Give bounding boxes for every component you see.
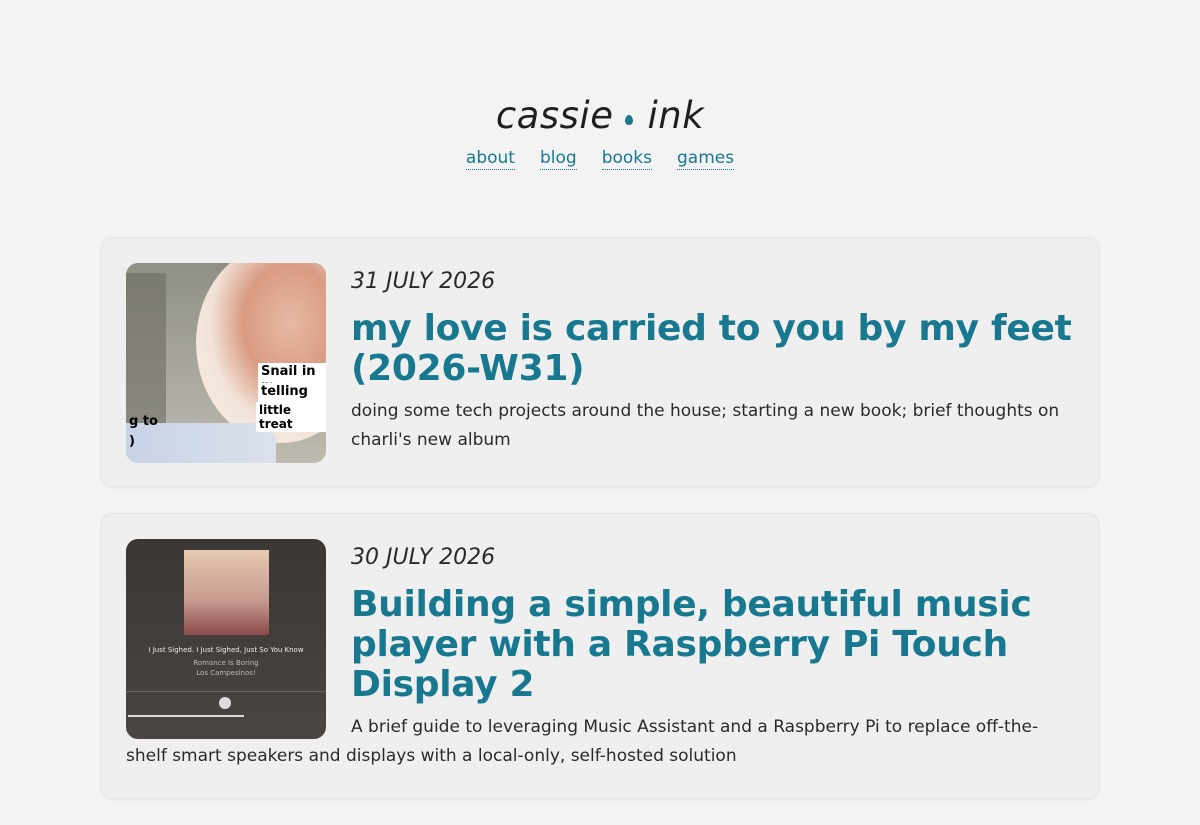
thumb-caption: little treat — [256, 402, 326, 432]
nav-link-books[interactable]: books — [601, 148, 652, 170]
main-nav: about blog books games — [0, 148, 1200, 170]
thumb-divider — [126, 691, 326, 692]
post-list: Snail in m telling me little treat g to … — [101, 237, 1099, 825]
thumb-caption: ) — [129, 434, 135, 449]
site-header: cassie ink about blog books games — [0, 0, 1200, 170]
thumb-play-icon — [219, 697, 231, 709]
thumb-artist: Los Campesinos! — [196, 669, 256, 677]
thumb-album-title: Romance Is Boring — [193, 659, 259, 667]
nav-link-blog[interactable]: blog — [539, 148, 577, 170]
post-thumbnail[interactable]: I Just Sighed. I Just Sighed, Just So Yo… — [126, 539, 326, 739]
thumb-caption: g to — [129, 414, 158, 429]
logo-dot-icon — [625, 115, 634, 125]
thumb-album-art — [184, 550, 269, 635]
logo-text-right: ink — [647, 94, 705, 137]
thumb-frame — [126, 273, 166, 423]
post-card[interactable]: Snail in m telling me little treat g to … — [101, 237, 1099, 487]
logo-text-left: cassie — [495, 94, 614, 137]
thumb-track-title: I Just Sighed. I Just Sighed, Just So Yo… — [148, 646, 304, 654]
thumb-progress-bar — [128, 715, 244, 717]
post-card[interactable]: I Just Sighed. I Just Sighed, Just So Yo… — [101, 513, 1099, 799]
post-thumbnail[interactable]: Snail in m telling me little treat g to … — [126, 263, 326, 463]
nav-link-games[interactable]: games — [676, 148, 735, 170]
nav-link-about[interactable]: about — [465, 148, 515, 170]
site-logo[interactable]: cassie ink — [496, 94, 704, 138]
